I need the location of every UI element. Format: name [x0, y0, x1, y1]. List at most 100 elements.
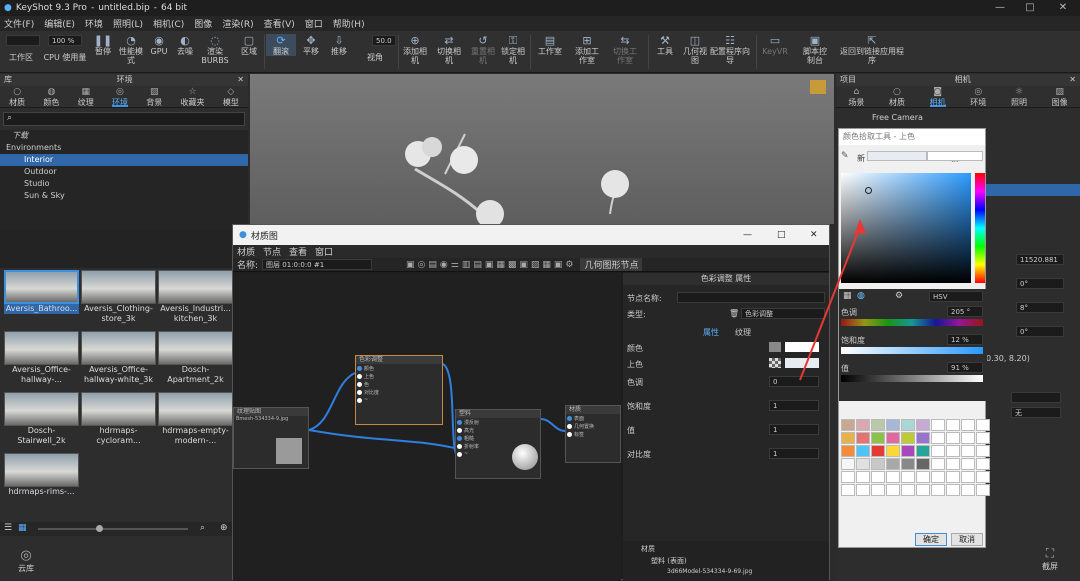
- camera-list-selection[interactable]: [986, 184, 1080, 196]
- tab-favorites[interactable]: ☆ 收藏夹: [181, 86, 205, 108]
- swatch-cell[interactable]: [976, 419, 990, 431]
- swatch-cell[interactable]: [946, 471, 960, 483]
- menu-help[interactable]: 帮助(H): [333, 17, 365, 30]
- region-button[interactable]: ▢ 区域: [234, 34, 264, 56]
- swatch-cell[interactable]: [871, 484, 885, 496]
- geometry-view-button[interactable]: ◫ 几何视图: [680, 34, 710, 65]
- zoom-search-icon[interactable]: ⌕: [200, 523, 205, 533]
- swatch-cell[interactable]: [871, 458, 885, 470]
- swatch-cell[interactable]: [901, 484, 915, 496]
- camera-list-item[interactable]: Free Camera: [836, 112, 1080, 124]
- swatch-cell[interactable]: [841, 471, 855, 483]
- swatch-cell[interactable]: [931, 471, 945, 483]
- thumbnail-item[interactable]: Aversis_Office-hallway-...: [4, 331, 79, 389]
- render-nurbs-button[interactable]: ◌ 渲染BURBS: [200, 34, 230, 65]
- swatch-cell[interactable]: [886, 445, 900, 457]
- swatch-cell[interactable]: [841, 445, 855, 457]
- swatch-cell[interactable]: [961, 419, 975, 431]
- swatch-cell[interactable]: [961, 432, 975, 444]
- swatch-cell[interactable]: [901, 419, 915, 431]
- fov-field[interactable]: 50.0: [372, 35, 396, 46]
- color-adjust-node[interactable]: 色彩调整 颜色 上色 色 对比度 ~: [355, 355, 443, 425]
- tab-backplates[interactable]: ▨ 背景: [146, 86, 162, 108]
- tab-camera[interactable]: ◙ 相机: [929, 86, 946, 107]
- thumbnail-item[interactable]: Aversis_Clothing-store_3k: [81, 270, 156, 328]
- tab-colors[interactable]: ◍ 颜色: [43, 86, 59, 108]
- swatch-cell[interactable]: [961, 445, 975, 457]
- tab-materials[interactable]: ○ 材质: [9, 86, 25, 108]
- swatch-cell[interactable]: [946, 445, 960, 457]
- menu-material[interactable]: 材质: [237, 245, 255, 258]
- eyedropper-icon[interactable]: ✎: [841, 151, 849, 161]
- swatch-cell[interactable]: [841, 432, 855, 444]
- value-field[interactable]: 91 %: [947, 362, 983, 373]
- keyvr-button[interactable]: ▭ KeyVR: [760, 34, 790, 56]
- swatch-cell[interactable]: [886, 432, 900, 444]
- tools-button[interactable]: ⚒ 工具: [650, 34, 680, 56]
- swatch-cell[interactable]: [901, 471, 915, 483]
- cancel-button[interactable]: 取消: [951, 533, 983, 546]
- swatch-cell[interactable]: [916, 432, 930, 444]
- geometry-node-button[interactable]: 几何图形节点: [580, 258, 643, 271]
- swatch-cell[interactable]: [856, 419, 870, 431]
- thumbnail-item[interactable]: Aversis_Bathroo...: [4, 270, 79, 328]
- list-view-icon[interactable]: ☰: [4, 523, 12, 533]
- swatch-cell[interactable]: [961, 484, 975, 496]
- swatch-cell[interactable]: [976, 432, 990, 444]
- swatch-cell[interactable]: [931, 458, 945, 470]
- swatch-cell[interactable]: [856, 471, 870, 483]
- swatch-cell[interactable]: [931, 484, 945, 496]
- swatch-cell[interactable]: [931, 445, 945, 457]
- tree-item-sun-sky[interactable]: Sun & Sky: [0, 190, 248, 202]
- menu-edit[interactable]: 编辑(E): [44, 17, 75, 30]
- swatch-cell[interactable]: [886, 484, 900, 496]
- maximize-icon[interactable]: □: [777, 230, 786, 240]
- tab-materials[interactable]: ○ 材质: [889, 86, 905, 108]
- twist-field[interactable]: 0°: [1016, 326, 1064, 337]
- tree-item-texture-file[interactable]: 3d66Model-534334-9-69.jpg: [623, 566, 829, 575]
- add-camera-button[interactable]: ⊕ 添加相机: [400, 34, 430, 65]
- swatch-cell[interactable]: [856, 458, 870, 470]
- reset-camera-button[interactable]: ↺ 重置相机: [468, 34, 498, 65]
- panel-close-icon[interactable]: ✕: [1069, 74, 1076, 86]
- tree-item-environments[interactable]: Environments: [0, 142, 248, 154]
- tree-item-outdoor[interactable]: Outdoor: [0, 166, 248, 178]
- tab-models[interactable]: ◇ 模型: [223, 86, 239, 108]
- tree-item-plastic[interactable]: 塑料 (表面): [623, 554, 829, 566]
- maximize-icon[interactable]: □: [1015, 0, 1045, 16]
- gear-icon[interactable]: ⚙: [895, 291, 903, 301]
- node-graph[interactable]: 纹理贴图 Bmesh-534334-9.jpg 色彩调整 颜色 上色 色 对比度…: [233, 273, 621, 581]
- swatch-cell[interactable]: [946, 458, 960, 470]
- swatch-cell[interactable]: [871, 419, 885, 431]
- swatch-cell[interactable]: [931, 419, 945, 431]
- swatch-cell[interactable]: [871, 445, 885, 457]
- thumbnail-size-slider[interactable]: [38, 528, 188, 530]
- lens-select[interactable]: [1011, 392, 1061, 403]
- saturation-field[interactable]: 1: [769, 400, 819, 411]
- graph-tool-icons[interactable]: ▣◎▤◉⚌▥▤▣▦▩▣▨▦▣⚙: [406, 260, 576, 270]
- tree-item-studio[interactable]: Studio: [0, 178, 248, 190]
- minimize-icon[interactable]: —: [985, 0, 1015, 16]
- fps-field[interactable]: 100 %: [48, 35, 82, 46]
- swatch-cell[interactable]: [901, 458, 915, 470]
- swatch-cell[interactable]: [886, 471, 900, 483]
- close-icon[interactable]: ✕: [1048, 0, 1078, 16]
- menu-image[interactable]: 图像: [194, 17, 212, 30]
- swatch-cell[interactable]: [946, 484, 960, 496]
- swatch-cell[interactable]: [856, 445, 870, 457]
- swatch-cell[interactable]: [946, 432, 960, 444]
- trash-icon[interactable]: 🗑: [729, 309, 739, 318]
- swatch-cell[interactable]: [976, 471, 990, 483]
- none-select[interactable]: 无: [1011, 407, 1061, 418]
- cloud-library-button[interactable]: ◎ 云库: [18, 548, 34, 574]
- swatch-cell[interactable]: [901, 445, 915, 457]
- thumbnail-item[interactable]: Dosch-Stairwell_2k: [4, 392, 79, 450]
- tab-attributes[interactable]: 属性: [703, 327, 719, 338]
- distance-field[interactable]: 11520.881: [1016, 254, 1064, 265]
- swatch-cell[interactable]: [976, 484, 990, 496]
- tree-item-downloads[interactable]: 下载: [0, 130, 248, 142]
- switch-camera-button[interactable]: ⇄ 切换相机: [434, 34, 464, 65]
- tab-image[interactable]: ▨ 图像: [1052, 86, 1068, 108]
- color-swatch[interactable]: [769, 342, 781, 352]
- swatch-cell[interactable]: [976, 458, 990, 470]
